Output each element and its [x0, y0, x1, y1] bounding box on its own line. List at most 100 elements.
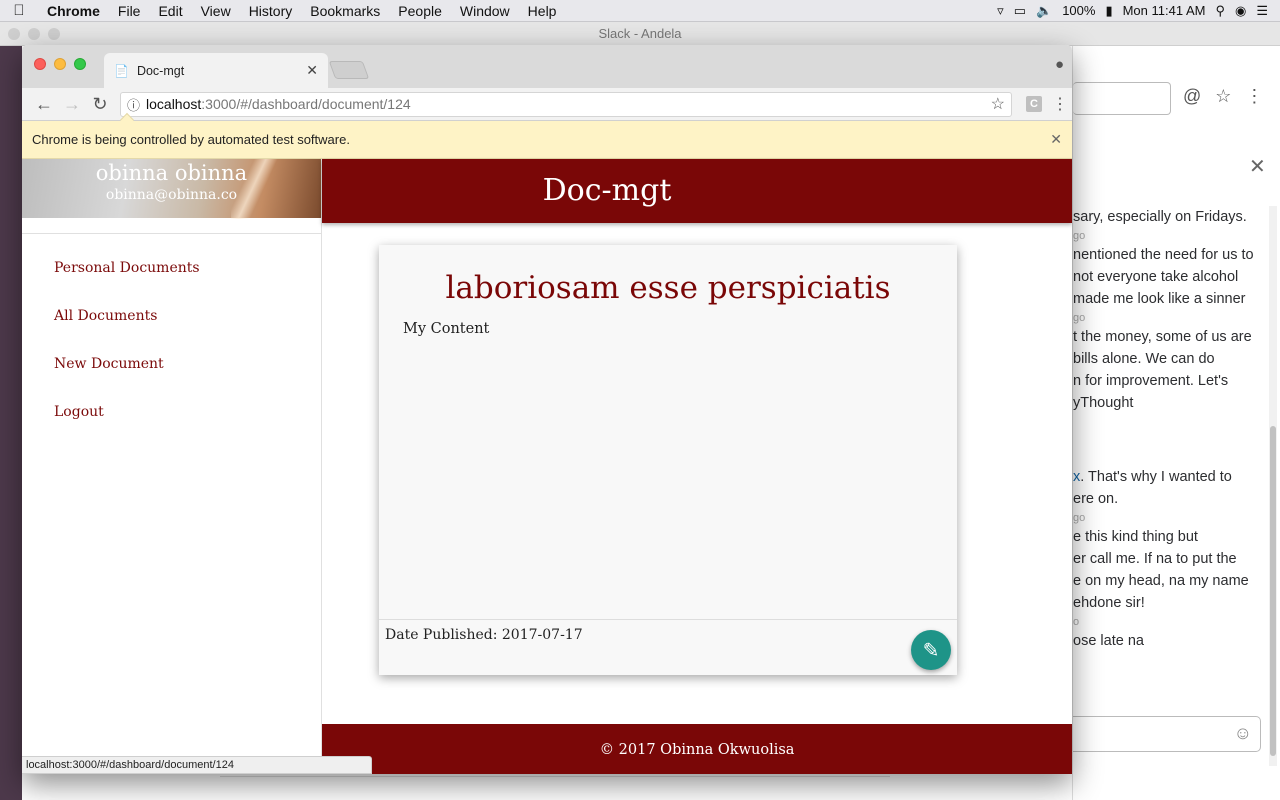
minimize-window-button[interactable] — [54, 58, 66, 70]
side-nav: obinna obinna obinna@obinna.co Personal … — [22, 159, 322, 774]
message-timestamp: go — [1073, 312, 1086, 324]
message-line: not everyone take alcohol — [1073, 269, 1239, 285]
reload-icon[interactable]: ↻ — [86, 94, 114, 115]
menu-history[interactable]: History — [240, 3, 302, 19]
infobar-close-icon[interactable]: ✕ — [1050, 131, 1062, 148]
siri-icon[interactable]: ◉ — [1235, 3, 1246, 19]
slack-thread-panel: @ ☆ ⋮ ✕ sary, especially on Fridays. go … — [1072, 46, 1280, 800]
message-timestamp: go — [1073, 512, 1086, 524]
menubar-status-area: ▿ ▭ 🔈 100% ▮ Mon 11:41 AM ⚲ ◉ ☰ — [997, 3, 1280, 19]
airplay-icon[interactable]: ▭ — [1014, 3, 1026, 19]
close-icon[interactable]: ✕ — [1249, 154, 1266, 179]
user-view: obinna obinna obinna@obinna.co — [22, 159, 321, 219]
tab-title: Doc-mgt — [136, 63, 185, 78]
close-tab-icon[interactable]: ✕ — [306, 62, 318, 79]
menu-view[interactable]: View — [192, 3, 240, 19]
user-email: obinna@obinna.co — [105, 187, 238, 203]
message-line: er call me. If na to put the — [1073, 551, 1237, 567]
tab-strip: 📄 Doc-mgt ✕ ● — [22, 45, 1072, 88]
close-window-button[interactable] — [34, 58, 46, 70]
page-icon: 📄 — [114, 63, 129, 78]
message-line: nentioned the need for us to — [1073, 247, 1254, 263]
message-spacer — [1073, 414, 1269, 466]
emoji-icon[interactable]: ☺ — [1234, 723, 1252, 744]
slack-message-list: sary, especially on Fridays. go nentione… — [1073, 206, 1269, 652]
slack-team-sidebar — [0, 46, 22, 800]
window-controls — [34, 58, 86, 70]
document-title: laboriosam esse perspiciatis — [445, 270, 891, 306]
slack-window-controls — [8, 28, 60, 40]
nav-logout[interactable]: Logout — [22, 388, 321, 436]
battery-icon[interactable]: ▮ — [1105, 3, 1112, 19]
user-name: obinna obinna — [95, 161, 248, 185]
slack-bottom-bar — [220, 776, 890, 800]
slack-search-input[interactable] — [1073, 82, 1171, 115]
menu-app-name[interactable]: Chrome — [38, 3, 109, 19]
apple-icon[interactable]:  — [0, 2, 38, 19]
back-icon[interactable]: ← — [30, 94, 58, 115]
slack-titlebar: Slack - Andela — [0, 22, 1280, 46]
message-line: bills alone. We can do — [1073, 351, 1215, 367]
address-bar[interactable]: ⓘ localhost:3000/#/dashboard/document/12… — [120, 91, 1012, 117]
slack-zoom-dot[interactable] — [48, 28, 60, 40]
browser-toolbar: ← → ↻ ⓘ localhost:3000/#/dashboard/docum… — [22, 88, 1072, 121]
document-content: My Content — [403, 321, 490, 337]
slack-window-title: Slack - Andela — [598, 26, 682, 41]
battery-percent[interactable]: 100% — [1062, 3, 1095, 18]
message-line: e this kind thing but — [1073, 529, 1198, 545]
nav-new-document[interactable]: New Document — [22, 340, 321, 388]
menu-help[interactable]: Help — [519, 3, 566, 19]
edit-button[interactable]: ✎ — [911, 630, 951, 670]
message-text: . That's why I wanted to — [1080, 469, 1232, 485]
document-card: laboriosam esse perspiciatis My Content … — [379, 245, 957, 675]
pencil-icon: ✎ — [922, 638, 940, 662]
tab-doc-mgt[interactable]: 📄 Doc-mgt ✕ — [104, 53, 328, 88]
footer-copyright: © 2017 Obinna Okwuolisa — [599, 742, 795, 758]
app-header: Doc-mgt — [322, 159, 1072, 223]
message-line: made me look like a sinner — [1073, 291, 1246, 307]
more-vertical-icon[interactable]: ⋮ — [1245, 86, 1263, 107]
slack-reply-input[interactable]: ☺ — [1073, 716, 1261, 752]
menu-bookmarks[interactable]: Bookmarks — [301, 3, 389, 19]
slack-scrollbar[interactable] — [1269, 206, 1277, 766]
new-tab-button[interactable] — [328, 61, 370, 79]
message-line: t the money, some of us are — [1073, 329, 1252, 345]
notification-center-icon[interactable]: ☰ — [1256, 3, 1268, 19]
bookmark-star-icon[interactable]: ☆ — [991, 94, 1005, 114]
scrollbar-thumb[interactable] — [1270, 426, 1276, 756]
chrome-menu-icon[interactable]: ⋮ — [1052, 94, 1068, 114]
message-line: ehdone sir! — [1073, 595, 1145, 611]
star-icon[interactable]: ☆ — [1215, 86, 1231, 107]
card-action: Date Published: 2017-07-17 ✎ — [379, 619, 957, 675]
volume-icon[interactable]: 🔈 — [1036, 3, 1052, 19]
message-line: x. That's why I wanted to — [1073, 466, 1269, 488]
message-line: ose late na — [1073, 633, 1144, 649]
menu-people[interactable]: People — [389, 3, 451, 19]
site-info-icon[interactable]: ⓘ — [127, 95, 140, 114]
mentions-icon[interactable]: @ — [1183, 86, 1201, 107]
message-timestamp: go — [1073, 230, 1086, 242]
spotlight-search-icon[interactable]: ⚲ — [1215, 3, 1225, 19]
message-line: sary, especially on Fridays. — [1073, 209, 1247, 225]
url-path: :3000/#/dashboard/document/124 — [201, 96, 411, 112]
page-footer: © 2017 Obinna Okwuolisa — [322, 724, 1072, 774]
message-line: e on my head, na my name — [1073, 573, 1249, 589]
nav-personal-documents[interactable]: Personal Documents — [22, 244, 321, 292]
slack-header-icons: @ ☆ ⋮ — [1183, 86, 1263, 107]
app-title[interactable]: Doc-mgt — [543, 173, 672, 208]
message-line: yThought — [1073, 395, 1134, 411]
side-nav-menu: Personal Documents All Documents New Doc… — [22, 234, 321, 436]
menu-file[interactable]: File — [109, 3, 150, 19]
menu-edit[interactable]: Edit — [149, 3, 191, 19]
message-line: n for improvement. Let's — [1073, 373, 1229, 389]
forward-icon[interactable]: → — [58, 94, 86, 115]
profile-icon[interactable]: ● — [1055, 56, 1064, 73]
extension-icon[interactable]: C — [1026, 96, 1042, 112]
nav-all-documents[interactable]: All Documents — [22, 292, 321, 340]
menu-window[interactable]: Window — [451, 3, 519, 19]
zoom-window-button[interactable] — [74, 58, 86, 70]
wifi-icon[interactable]: ▿ — [997, 3, 1004, 19]
slack-minimize-dot[interactable] — [28, 28, 40, 40]
slack-close-dot[interactable] — [8, 28, 20, 40]
clock[interactable]: Mon 11:41 AM — [1123, 3, 1206, 18]
